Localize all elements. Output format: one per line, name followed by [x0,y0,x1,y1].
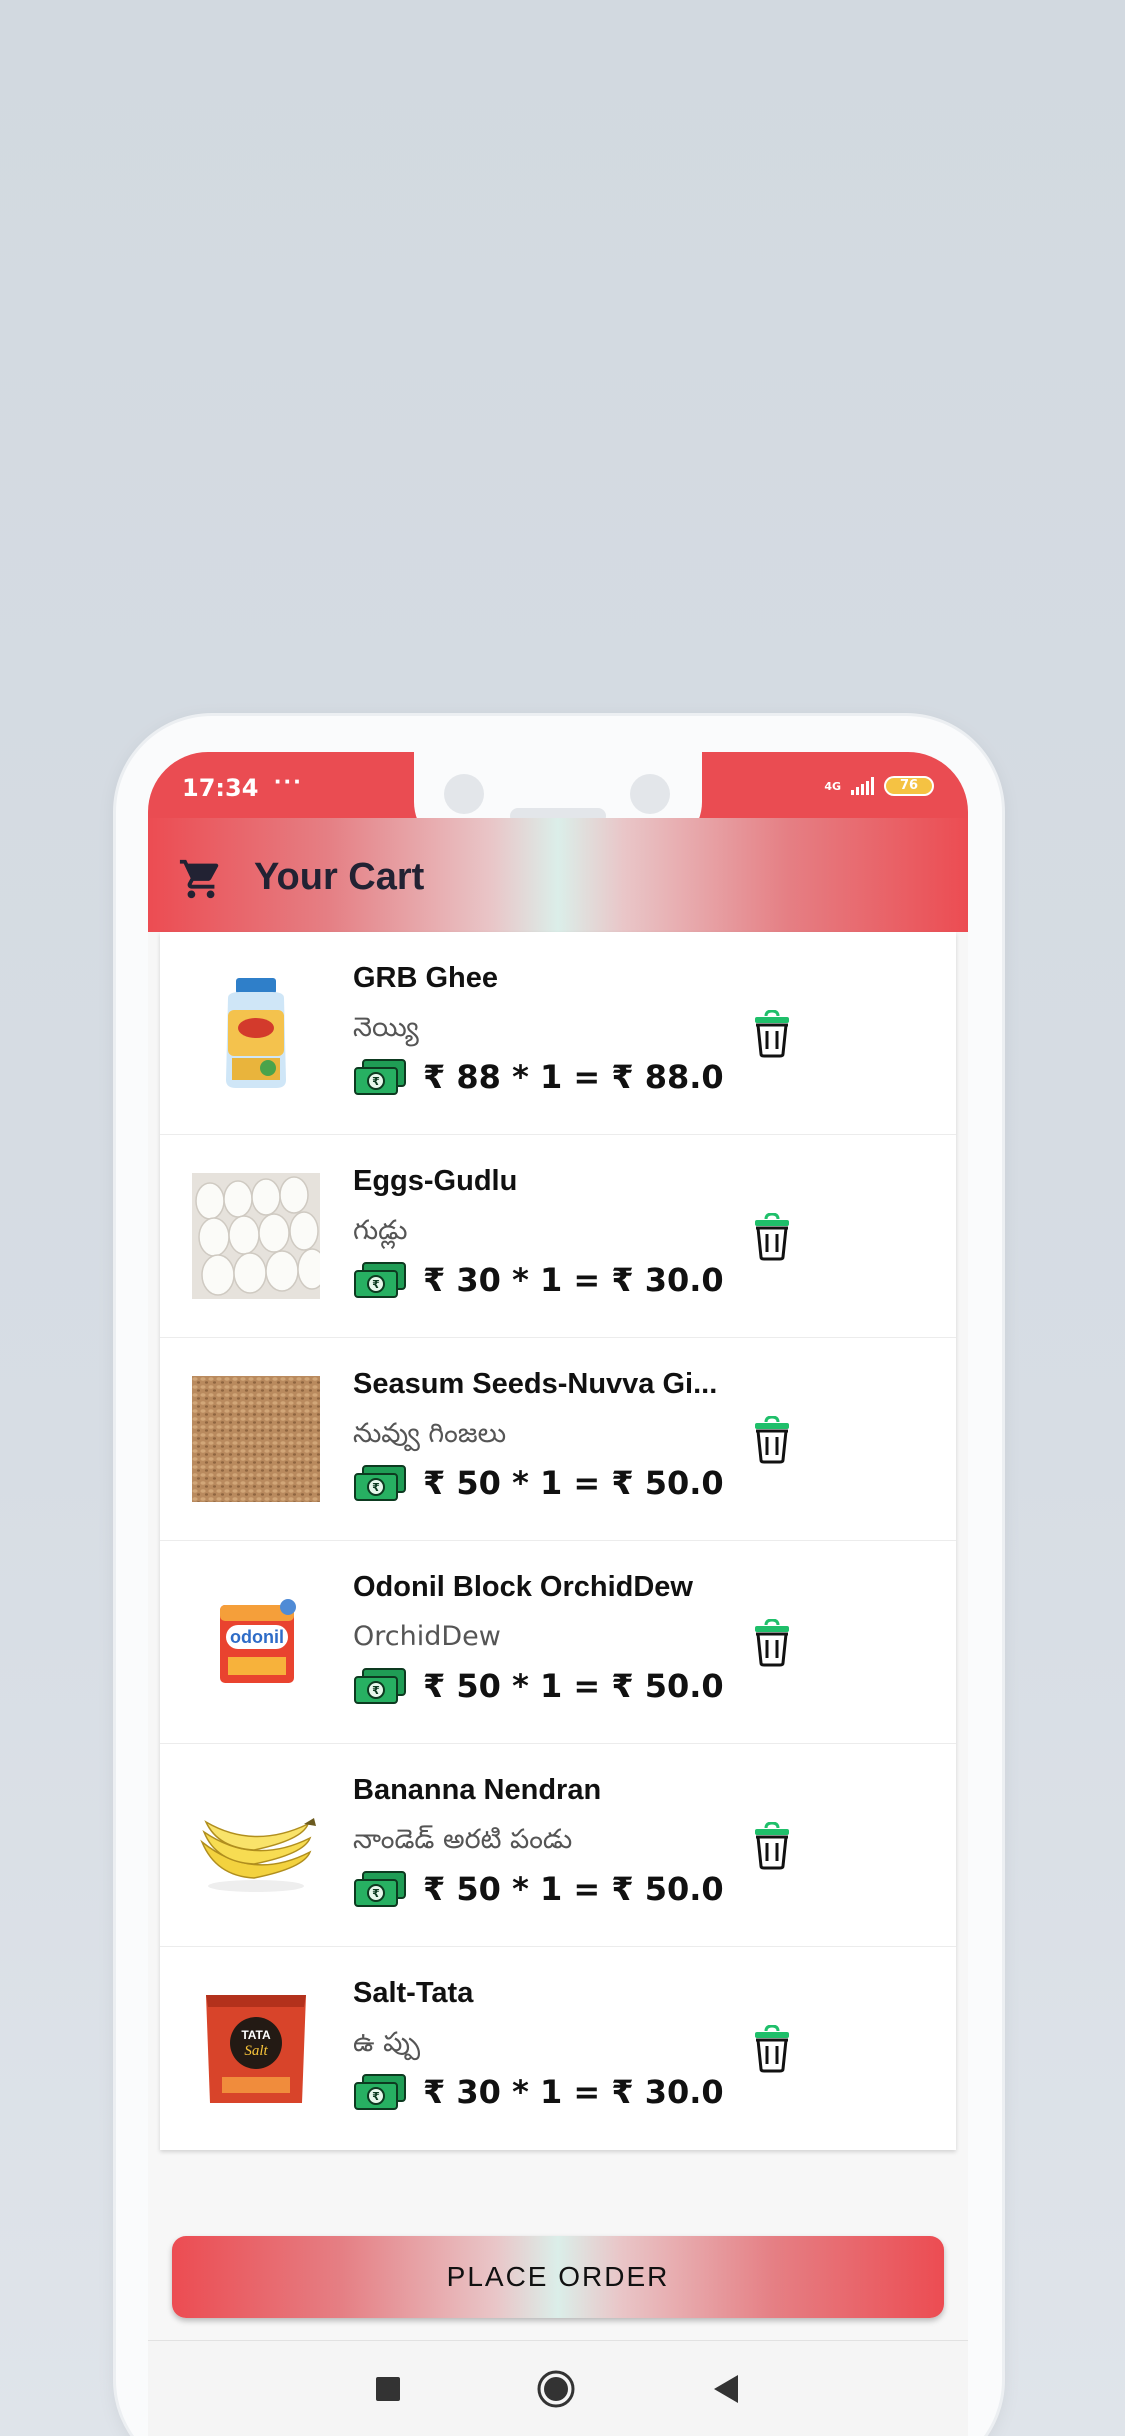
item-name: GRB Ghee [353,962,499,994]
cart-item: Seasum Seeds-Nuvva Gi... నువ్వు గింజలు ₹… [160,1338,956,1541]
item-name: Bananna Nendran [353,1774,602,1806]
item-price-row: ₹ ₹ 50 * 1 = ₹ 50.0 [353,1870,724,1908]
battery-icon: 76 [884,776,934,796]
status-overflow-dots: ··· [274,766,303,796]
item-name: Seasum Seeds-Nuvva Gi... [353,1368,718,1400]
sesame-seeds-image [192,1376,320,1502]
item-local-name: OrchidDew [353,1621,501,1652]
svg-text:₹: ₹ [372,2090,380,2103]
tata-salt-pack-image: TATA Salt [192,1985,320,2111]
odonil-pack-image: odonil [192,1579,320,1705]
item-local-name: నాండెడ్ అరటి పండు [353,1824,573,1855]
recent-apps-icon[interactable] [374,2375,402,2403]
money-icon: ₹ [354,1262,406,1298]
delete-item-button[interactable] [752,1213,792,1261]
item-price-row: ₹ ₹ 50 * 1 = ₹ 50.0 [353,1464,724,1502]
item-local-name: ఉ ప్పు [353,2027,421,2058]
item-price: ₹ 50 * 1 = ₹ 50.0 [423,1667,724,1705]
back-icon[interactable] [710,2373,742,2405]
money-icon: ₹ [354,2074,406,2110]
money-icon: ₹ [354,1059,406,1095]
system-nav-bar [148,2340,968,2436]
svg-text:Salt: Salt [244,2043,268,2059]
signal-icon [851,777,874,795]
money-icon: ₹ [354,1465,406,1501]
network-type: 4G [824,779,841,793]
item-price-row: ₹ ₹ 30 * 1 = ₹ 30.0 [353,2073,724,2111]
item-price: ₹ 50 * 1 = ₹ 50.0 [423,1464,724,1502]
cart-icon [179,859,219,899]
svg-text:₹: ₹ [372,1887,380,1900]
banana-bunch-image [192,1782,320,1908]
delete-item-button[interactable] [752,1619,792,1667]
item-price: ₹ 50 * 1 = ₹ 50.0 [423,1870,724,1908]
svg-text:₹: ₹ [372,1075,380,1088]
svg-text:odonil: odonil [230,1627,284,1647]
place-order-button[interactable]: PLACE ORDER [172,2236,944,2318]
cart-item: GRB Ghee నెయ్యి ₹ ₹ 88 * 1 = ₹ 88.0 [160,932,956,1135]
item-price-row: ₹ ₹ 88 * 1 = ₹ 88.0 [353,1058,724,1096]
ghee-jar-image [192,970,320,1096]
svg-text:₹: ₹ [372,1481,380,1494]
cart-list: GRB Ghee నెయ్యి ₹ ₹ 88 * 1 = ₹ 88.0 Eggs… [160,932,956,2150]
item-price: ₹ 30 * 1 = ₹ 30.0 [423,2073,724,2111]
cart-item: TATA Salt Salt-Tata ఉ ప్పు ₹ ₹ 30 * 1 = … [160,1947,956,2150]
svg-text:₹: ₹ [372,1278,380,1291]
money-icon: ₹ [354,1871,406,1907]
delete-item-button[interactable] [752,1416,792,1464]
status-time: 17:34 [182,774,259,802]
svg-text:₹: ₹ [372,1684,380,1697]
egg-tray-image [192,1173,320,1299]
item-name: Eggs-Gudlu [353,1165,518,1197]
item-price-row: ₹ ₹ 50 * 1 = ₹ 50.0 [353,1667,724,1705]
item-local-name: నువ్వు గింజలు [353,1418,507,1449]
delete-item-button[interactable] [752,2025,792,2073]
item-local-name: నెయ్యి [353,1012,419,1043]
home-icon[interactable] [536,2369,576,2409]
item-price: ₹ 88 * 1 = ₹ 88.0 [423,1058,724,1096]
cart-item: odonil Odonil Block OrchidDew OrchidDew … [160,1541,956,1744]
cart-item: Eggs-Gudlu గుడ్లు ₹ ₹ 30 * 1 = ₹ 30.0 [160,1135,956,1338]
phone-screen: 17:34 ··· 4G 76 Your Cart GRB Ghee నెయ్య… [148,752,968,2436]
status-indicators: 4G 76 [824,776,934,796]
item-local-name: గుడ్లు [353,1215,408,1246]
item-price: ₹ 30 * 1 = ₹ 30.0 [423,1261,724,1299]
svg-text:TATA: TATA [241,2028,271,2042]
cart-item: Bananna Nendran నాండెడ్ అరటి పండు ₹ ₹ 50… [160,1744,956,1947]
front-camera [444,774,484,814]
app-bar: Your Cart [148,818,968,932]
delete-item-button[interactable] [752,1822,792,1870]
front-sensor [630,774,670,814]
item-name: Odonil Block OrchidDew [353,1571,693,1603]
item-price-row: ₹ ₹ 30 * 1 = ₹ 30.0 [353,1261,724,1299]
delete-item-button[interactable] [752,1010,792,1058]
item-name: Salt-Tata [353,1977,474,2009]
money-icon: ₹ [354,1668,406,1704]
page-title: Your Cart [254,856,425,898]
